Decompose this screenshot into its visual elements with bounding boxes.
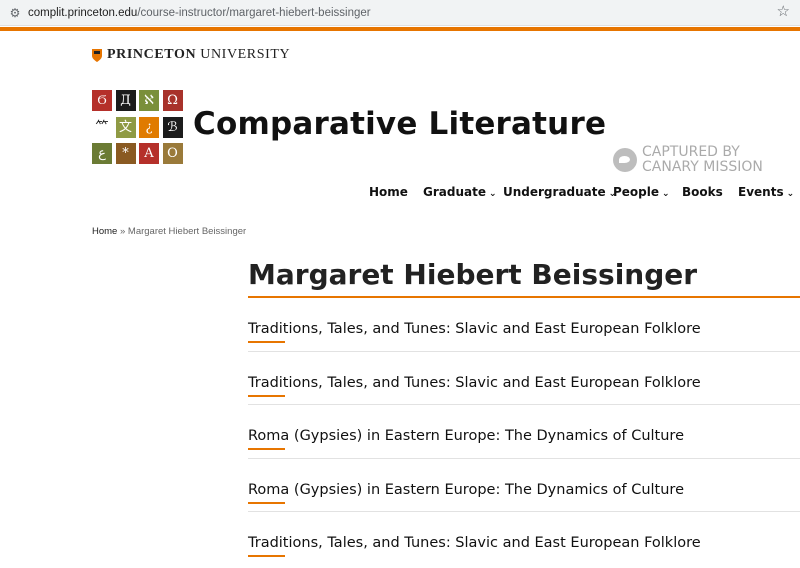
canary-mission-watermark: CAPTURED BY CANARY MISSION xyxy=(613,145,763,175)
browser-address-bar: ⚙ complit.princeton.edu/course-instructo… xyxy=(0,0,800,26)
logo-glyph-tile: Ω xyxy=(162,90,183,111)
chevron-down-icon: ⌄ xyxy=(662,189,670,199)
logo-glyph-tile: ¿ xyxy=(139,116,159,138)
breadcrumb-home-link[interactable]: Home xyxy=(92,226,117,237)
logo-glyph-tile: Ϭ xyxy=(92,90,112,111)
logo-glyph-tile: ⺮ xyxy=(92,116,112,138)
chevron-down-icon: ⌄ xyxy=(786,189,795,199)
main-navigation: Home Graduate ⌄ Undergraduate ⌄ People ⌄ Bo… xyxy=(0,183,800,201)
breadcrumb-current: Margaret Hiebert Beissinger xyxy=(127,226,247,237)
course-accent-underline xyxy=(248,555,285,557)
nav-graduate[interactable]: Graduate ⌄ xyxy=(423,183,497,203)
course-list-item: Roma (Gypsies) in Eastern Europe: The Dy… xyxy=(248,459,800,512)
course-list-item: Traditions, Tales, and Tunes: Slavic and… xyxy=(248,512,800,566)
department-title[interactable]: Comparative Literature xyxy=(193,106,606,142)
bookmark-star-icon[interactable]: ☆ xyxy=(777,3,790,21)
logo-glyph-tile: ع xyxy=(92,143,112,164)
nav-home[interactable]: Home xyxy=(369,183,408,201)
url-path: /course-instructor/margaret-hiebert-beis… xyxy=(137,7,371,19)
breadcrumb-separator: » xyxy=(117,226,128,237)
site-info-icon[interactable]: ⚙ xyxy=(8,6,22,20)
chevron-down-icon: ⌄ xyxy=(488,189,497,199)
canary-bird-icon xyxy=(613,148,637,172)
nav-undergraduate[interactable]: Undergraduate ⌄ xyxy=(503,183,616,203)
course-list-item: Roma (Gypsies) in Eastern Europe: The Dy… xyxy=(248,405,800,459)
course-accent-underline xyxy=(248,341,285,343)
course-link[interactable]: Traditions, Tales, and Tunes: Slavic and… xyxy=(248,321,701,337)
course-link[interactable]: Roma (Gypsies) in Eastern Europe: The Dy… xyxy=(248,428,684,444)
university-wordmark[interactable]: PRINCETON UNIVERSITY xyxy=(92,47,290,63)
course-link[interactable]: Traditions, Tales, and Tunes: Slavic and… xyxy=(248,375,701,391)
course-link[interactable]: Traditions, Tales, and Tunes: Slavic and… xyxy=(248,535,701,551)
header-accent-rule xyxy=(0,27,800,31)
course-list-item: Traditions, Tales, and Tunes: Slavic and… xyxy=(248,298,800,352)
course-list: Traditions, Tales, and Tunes: Slavic and… xyxy=(248,298,800,566)
course-link[interactable]: Roma (Gypsies) in Eastern Europe: The Dy… xyxy=(248,482,684,498)
course-accent-underline xyxy=(248,448,285,450)
watermark-text: CAPTURED BY CANARY MISSION xyxy=(642,144,763,175)
logo-glyph-tile: O xyxy=(162,143,183,164)
logo-glyph-tile: Д xyxy=(115,90,136,111)
course-list-item: Traditions, Tales, and Tunes: Slavic and… xyxy=(248,352,800,405)
logo-glyph-tile: ℬ xyxy=(162,116,183,138)
university-name: PRINCETON UNIVERSITY xyxy=(107,47,291,62)
course-accent-underline xyxy=(248,394,285,397)
course-accent-underline xyxy=(248,501,285,504)
url-field[interactable]: complit.princeton.edu/course-instructor/… xyxy=(28,5,371,21)
logo-glyph-tile: A xyxy=(139,143,159,164)
page-title: Margaret Hiebert Beissinger xyxy=(248,258,698,291)
logo-glyph-tile: 文 xyxy=(115,116,136,138)
nav-people[interactable]: People ⌄ xyxy=(613,183,670,203)
logo-glyph-tile: * xyxy=(115,143,136,164)
logo-glyph-tile: ℵ xyxy=(139,90,159,111)
department-logo-grid[interactable]: Ϭ Д ℵ Ω ⺮文 ¿ ℬ ع * A O xyxy=(92,90,183,164)
princeton-shield-icon xyxy=(92,48,102,62)
nav-books[interactable]: Books xyxy=(682,183,723,201)
nav-events[interactable]: Events ⌄ xyxy=(738,183,794,203)
breadcrumb: Home » Margaret Hiebert Beissinger xyxy=(92,226,246,237)
url-host: complit.princeton.edu xyxy=(28,7,138,19)
